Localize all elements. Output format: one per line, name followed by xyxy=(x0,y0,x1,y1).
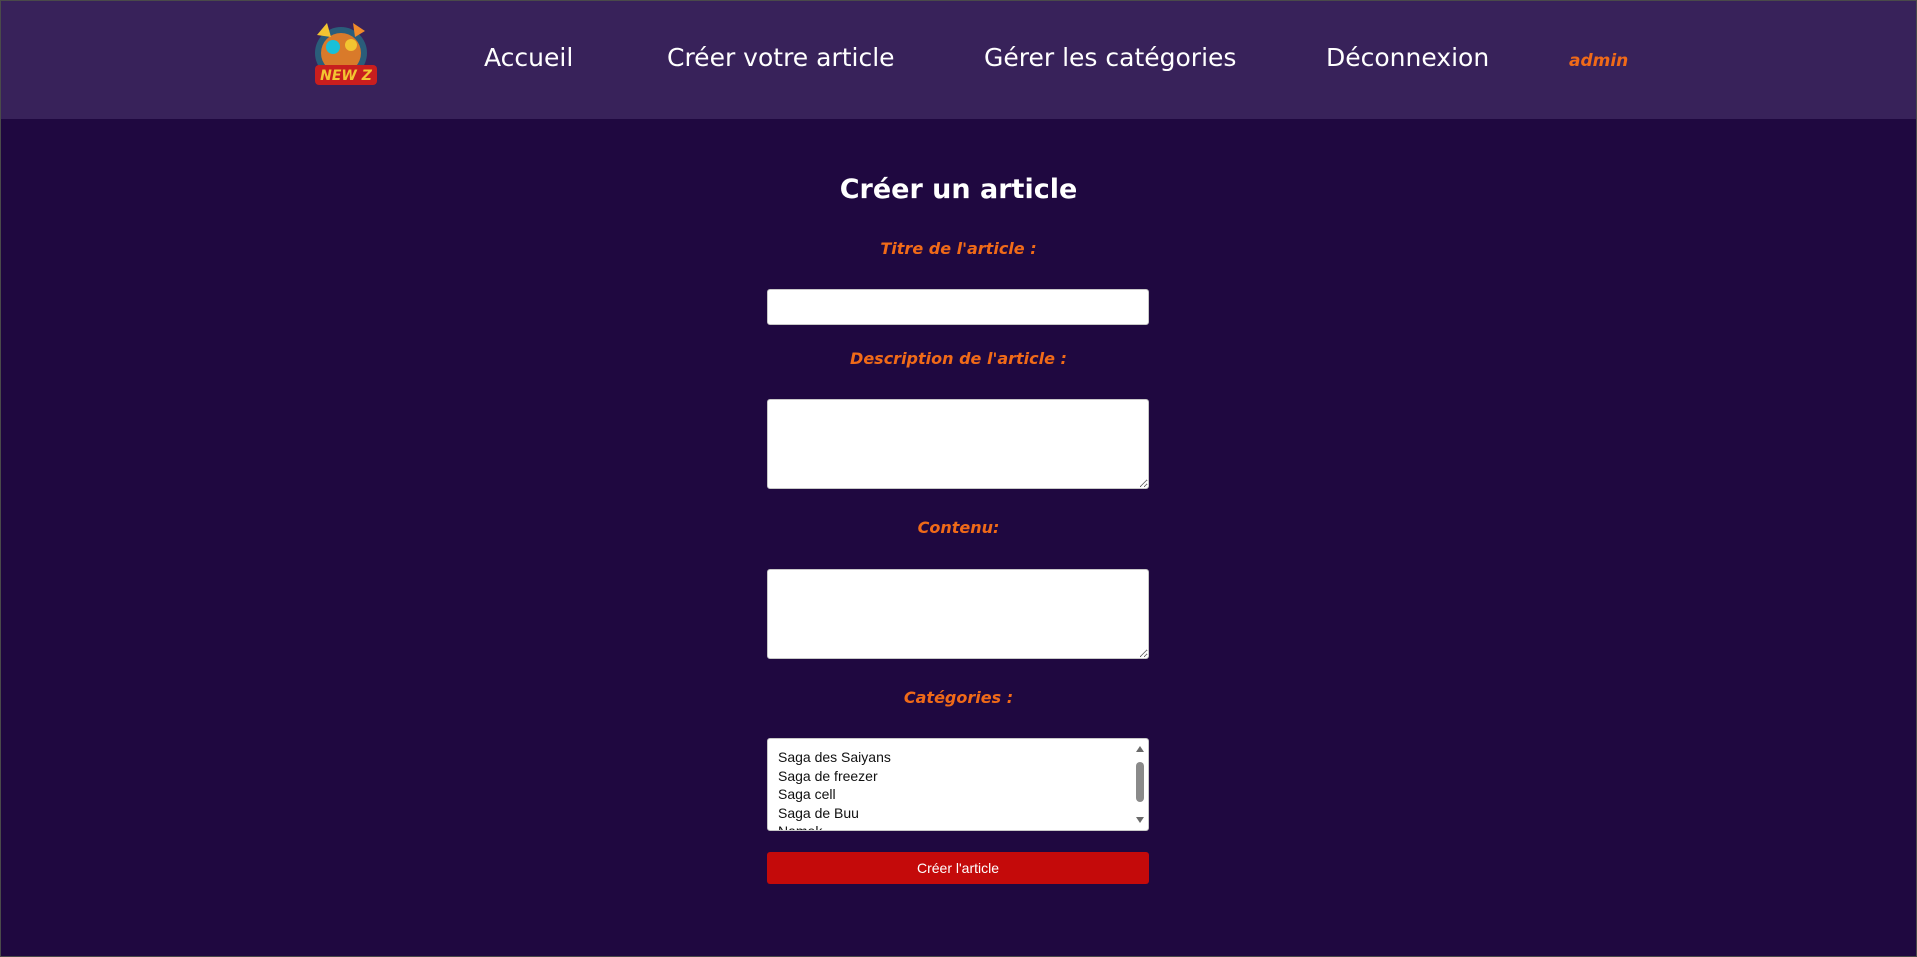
title-field-label: Titre de l'article : xyxy=(880,239,1037,258)
description-field-label: Description de l'article : xyxy=(850,349,1067,368)
nav-logout-link[interactable]: Déconnexion xyxy=(1326,41,1489,75)
categories-scrollbar[interactable] xyxy=(1133,740,1147,829)
article-title-input[interactable] xyxy=(767,289,1149,325)
category-option[interactable]: Saga de freezer xyxy=(778,767,891,786)
page-title: Créer un article xyxy=(839,174,1078,205)
logo-text: NEW Z xyxy=(320,68,373,84)
content-field-label: Contenu: xyxy=(917,518,1000,537)
scroll-up-arrow-icon[interactable] xyxy=(1136,746,1144,752)
nav-accueil-link[interactable]: Accueil xyxy=(484,41,573,75)
article-description-textarea[interactable] xyxy=(767,399,1149,489)
scroll-thumb[interactable] xyxy=(1136,762,1144,802)
nav-manage-categories-link[interactable]: Gérer les catégories xyxy=(984,41,1236,75)
categories-multiselect[interactable]: Saga des Saiyans Saga de freezer Saga ce… xyxy=(767,738,1149,831)
category-option[interactable]: Saga de Buu xyxy=(778,804,891,823)
categories-field-label: Catégories : xyxy=(903,688,1014,707)
create-article-button[interactable]: Créer l'article xyxy=(767,852,1149,884)
category-option[interactable]: Saga cell xyxy=(778,785,891,804)
current-user-label: admin xyxy=(1569,51,1629,71)
newz-logo[interactable]: NEW Z xyxy=(303,17,389,97)
top-navbar: NEW Z Accueil Créer votre article Gérer … xyxy=(1,1,1916,119)
category-option[interactable]: Saga des Saiyans xyxy=(778,748,891,767)
category-option[interactable]: Namek xyxy=(778,822,891,830)
scroll-down-arrow-icon[interactable] xyxy=(1136,817,1144,823)
article-content-textarea[interactable] xyxy=(767,569,1149,659)
nav-create-article-link[interactable]: Créer votre article xyxy=(667,41,895,75)
categories-options: Saga des Saiyans Saga de freezer Saga ce… xyxy=(778,748,891,830)
